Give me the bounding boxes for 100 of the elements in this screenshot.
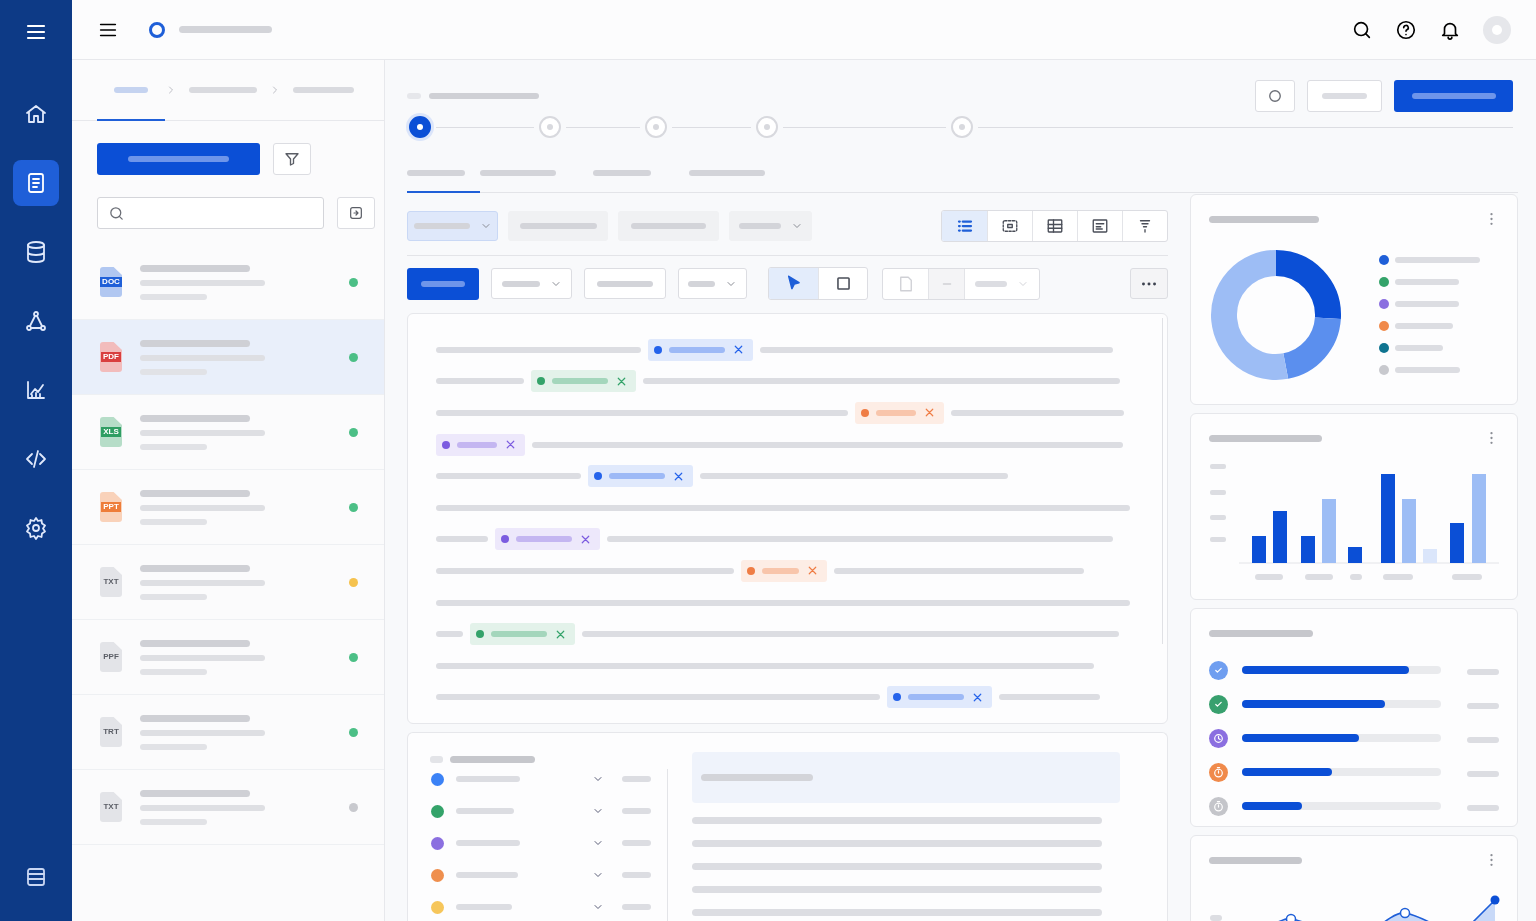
circle-icon xyxy=(1266,87,1284,105)
placeholder-line xyxy=(407,170,465,176)
file-type-label: XLS xyxy=(101,427,121,437)
rows-button[interactable] xyxy=(24,865,48,889)
placeholder-line xyxy=(622,776,651,782)
chart-point xyxy=(1490,895,1500,905)
placeholder-line xyxy=(516,536,572,543)
form-icon xyxy=(1091,217,1109,235)
compose-button[interactable] xyxy=(337,197,375,229)
file-row[interactable]: DOC xyxy=(72,245,384,320)
table-icon xyxy=(1046,217,1064,235)
placeholder-line xyxy=(436,536,488,543)
chart-bar xyxy=(1348,547,1362,563)
placeholder-line xyxy=(430,755,443,763)
placeholder-line xyxy=(593,170,651,176)
file-row[interactable]: PDF xyxy=(72,320,384,395)
tag[interactable] xyxy=(887,686,992,709)
placeholder-line xyxy=(597,280,653,287)
placeholder-line xyxy=(114,86,148,93)
database-icon xyxy=(24,240,48,264)
placeholder-line xyxy=(876,410,916,416)
placeholder-line xyxy=(688,280,715,287)
tag[interactable] xyxy=(470,623,575,646)
placeholder-line xyxy=(501,280,540,287)
toolbar-button[interactable] xyxy=(584,268,666,299)
more-button[interactable] xyxy=(1130,268,1168,299)
file-row[interactable]: PPF xyxy=(72,620,384,695)
placeholder-line xyxy=(140,593,207,600)
nav-item[interactable] xyxy=(13,160,59,206)
file-type-label: TRT xyxy=(102,727,120,737)
more-icon xyxy=(1490,213,1493,225)
file-row[interactable]: TXT xyxy=(72,770,384,845)
file-type-label: DOC xyxy=(100,277,122,287)
tag[interactable] xyxy=(588,465,693,488)
filter-icon xyxy=(283,150,301,168)
tag[interactable] xyxy=(741,559,827,582)
tag[interactable] xyxy=(531,370,636,393)
placeholder-line xyxy=(669,346,725,353)
placeholder-line xyxy=(738,223,781,229)
tool-button[interactable] xyxy=(769,268,818,299)
tag[interactable] xyxy=(855,402,944,424)
placeholder-line xyxy=(1467,737,1499,743)
placeholder-line xyxy=(1395,345,1443,351)
file-row[interactable]: PPT xyxy=(72,470,384,545)
placeholder-line xyxy=(1395,323,1453,329)
more-icon xyxy=(1490,432,1493,444)
placeholder-line xyxy=(622,840,651,846)
placeholder-line xyxy=(140,668,207,675)
placeholder-line xyxy=(140,518,207,525)
view-mode-button[interactable] xyxy=(942,211,987,241)
dropdown[interactable] xyxy=(678,268,747,299)
placeholder-line xyxy=(456,840,520,846)
chart-bar xyxy=(1423,549,1437,563)
secondary-button[interactable] xyxy=(1307,80,1382,112)
placeholder-line xyxy=(456,904,512,910)
step-marker[interactable] xyxy=(409,116,431,138)
placeholder-line xyxy=(975,280,1007,287)
placeholder-line xyxy=(140,818,207,825)
file-type-label: PDF xyxy=(101,352,121,362)
placeholder-line xyxy=(1395,301,1459,307)
placeholder-line xyxy=(1395,367,1460,373)
circle-button[interactable] xyxy=(1255,80,1295,112)
placeholder-line xyxy=(140,293,207,300)
code-icon xyxy=(24,447,48,471)
placeholder-line xyxy=(140,743,207,750)
placeholder-line xyxy=(456,808,514,814)
help-icon xyxy=(1395,18,1417,41)
placeholder-line xyxy=(1467,805,1499,811)
tag[interactable] xyxy=(436,433,525,456)
list-icon xyxy=(955,217,974,235)
chart-bar xyxy=(1301,536,1315,563)
file-row[interactable]: XLS xyxy=(72,395,384,470)
placeholder-line xyxy=(456,872,518,878)
logo-icon xyxy=(149,21,165,38)
chart-bar xyxy=(1252,536,1266,563)
home-icon xyxy=(24,102,48,126)
file-type-label: TXT xyxy=(102,802,120,812)
search-icon xyxy=(108,204,125,222)
placeholder-line xyxy=(622,808,651,814)
network-icon xyxy=(24,309,48,333)
filter-button[interactable] xyxy=(273,143,311,175)
placeholder-line xyxy=(609,473,665,480)
file-row[interactable]: TRT xyxy=(72,695,384,770)
search-field[interactable] xyxy=(97,197,324,229)
placeholder-line xyxy=(552,378,608,385)
placeholder-line xyxy=(622,872,651,878)
file-type-label: PPF xyxy=(102,652,120,662)
placeholder-line xyxy=(908,694,964,701)
tag[interactable] xyxy=(495,528,600,551)
placeholder-line xyxy=(457,441,497,448)
chart-bar xyxy=(1450,523,1464,563)
placeholder-line xyxy=(140,443,207,450)
tag[interactable] xyxy=(648,338,753,361)
dropdown[interactable] xyxy=(491,268,572,299)
placeholder-line xyxy=(421,280,465,287)
placeholder-line xyxy=(1322,93,1367,99)
placeholder-line xyxy=(1467,669,1499,675)
primary-button[interactable] xyxy=(407,267,479,300)
file-row[interactable]: TXT xyxy=(72,545,384,620)
help-button[interactable] xyxy=(1395,18,1417,41)
